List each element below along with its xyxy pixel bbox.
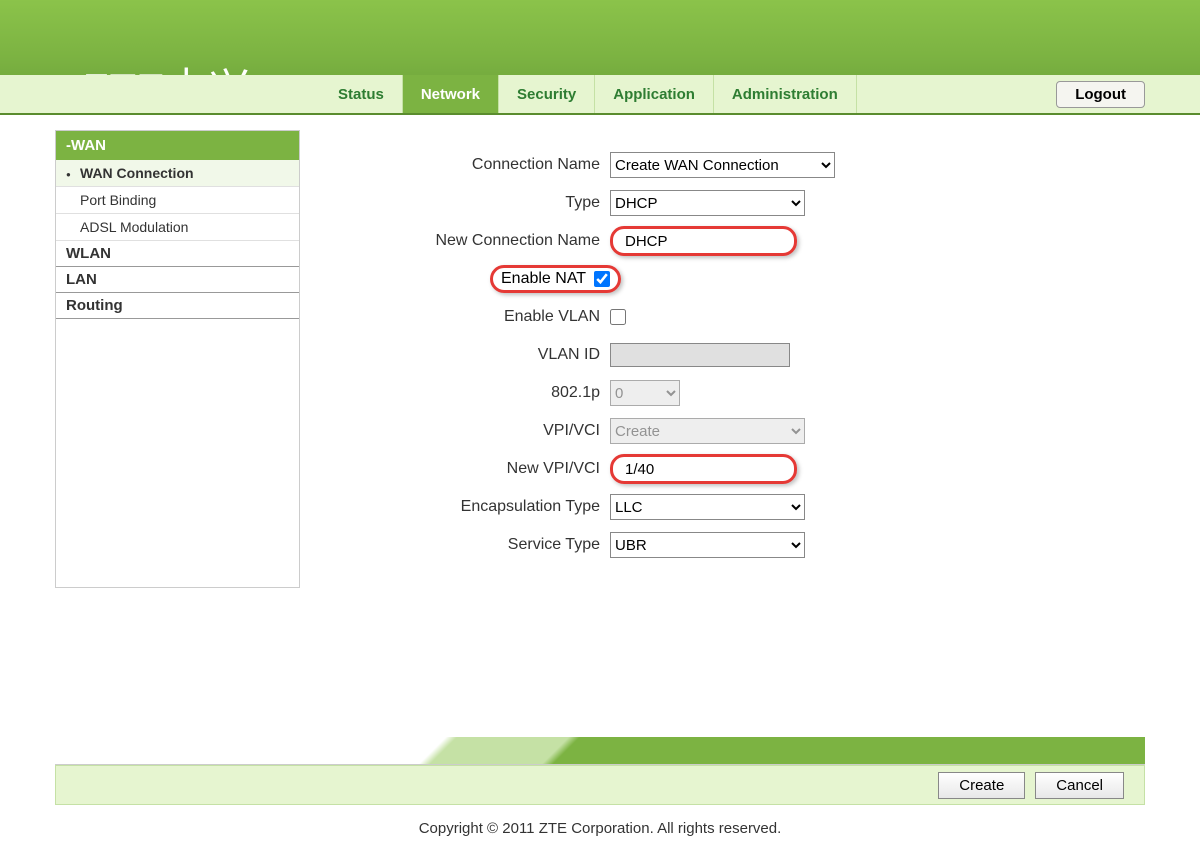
label-service-type: Service Type bbox=[330, 536, 610, 554]
tab-security[interactable]: Security bbox=[499, 75, 595, 113]
sidebar-section-wan[interactable]: -WAN bbox=[56, 131, 299, 160]
sidebar-item-wan-connection[interactable]: WAN Connection bbox=[56, 160, 299, 187]
checkbox-enable-nat[interactable] bbox=[594, 271, 610, 287]
highlight-enable-nat: Enable NAT bbox=[490, 265, 621, 293]
main-nav: Status Network Security Application Admi… bbox=[0, 75, 1200, 113]
tab-network[interactable]: Network bbox=[403, 75, 499, 113]
select-connection-name[interactable]: Create WAN Connection bbox=[610, 152, 835, 178]
body: -WAN WAN Connection Port Binding ADSL Mo… bbox=[0, 115, 1200, 588]
form-panel: Connection Name Create WAN Connection Ty… bbox=[300, 130, 1145, 588]
select-vpi-vci: Create bbox=[610, 418, 805, 444]
highlight-new-vpi-vci bbox=[610, 454, 797, 484]
sidebar-group-routing[interactable]: Routing bbox=[56, 293, 299, 319]
copyright-text: Copyright © 2011 ZTE Corporation. All ri… bbox=[55, 805, 1145, 857]
label-type: Type bbox=[330, 194, 610, 212]
select-8021p: 0 bbox=[610, 380, 680, 406]
tab-application[interactable]: Application bbox=[595, 75, 714, 113]
select-service-type[interactable]: UBR bbox=[610, 532, 805, 558]
select-type[interactable]: DHCP bbox=[610, 190, 805, 216]
sidebar: -WAN WAN Connection Port Binding ADSL Mo… bbox=[55, 130, 300, 588]
tab-status[interactable]: Status bbox=[320, 75, 403, 113]
create-button[interactable]: Create bbox=[938, 772, 1025, 799]
select-encapsulation-type[interactable]: LLC bbox=[610, 494, 805, 520]
label-connection-name: Connection Name bbox=[330, 156, 610, 174]
action-bar: Create Cancel bbox=[55, 765, 1145, 805]
input-new-connection-name[interactable] bbox=[621, 231, 786, 251]
label-vlan-id: VLAN ID bbox=[330, 346, 610, 364]
label-enable-vlan: Enable VLAN bbox=[330, 308, 610, 326]
logout-button[interactable]: Logout bbox=[1056, 81, 1145, 108]
tab-administration[interactable]: Administration bbox=[714, 75, 857, 113]
sidebar-group-wlan[interactable]: WLAN bbox=[56, 241, 299, 267]
label-new-vpi-vci: New VPI/VCI bbox=[330, 460, 610, 478]
footer: Create Cancel Copyright © 2011 ZTE Corpo… bbox=[55, 737, 1145, 857]
header: ZTE中兴 Status Network Security Applicatio… bbox=[0, 0, 1200, 115]
label-vpi-vci: VPI/VCI bbox=[330, 422, 610, 440]
checkbox-enable-vlan[interactable] bbox=[610, 309, 626, 325]
label-8021p: 802.1p bbox=[330, 384, 610, 402]
sidebar-item-adsl-modulation[interactable]: ADSL Modulation bbox=[56, 214, 299, 241]
sidebar-item-port-binding[interactable]: Port Binding bbox=[56, 187, 299, 214]
input-new-vpi-vci[interactable] bbox=[621, 459, 786, 479]
decorative-stripe bbox=[55, 737, 1145, 765]
highlight-new-connection-name bbox=[610, 226, 797, 256]
input-vlan-id bbox=[610, 343, 790, 367]
label-encapsulation-type: Encapsulation Type bbox=[330, 498, 610, 516]
label-enable-nat: Enable NAT bbox=[501, 270, 586, 288]
cancel-button[interactable]: Cancel bbox=[1035, 772, 1124, 799]
sidebar-group-lan[interactable]: LAN bbox=[56, 267, 299, 293]
label-new-connection-name: New Connection Name bbox=[330, 232, 610, 250]
